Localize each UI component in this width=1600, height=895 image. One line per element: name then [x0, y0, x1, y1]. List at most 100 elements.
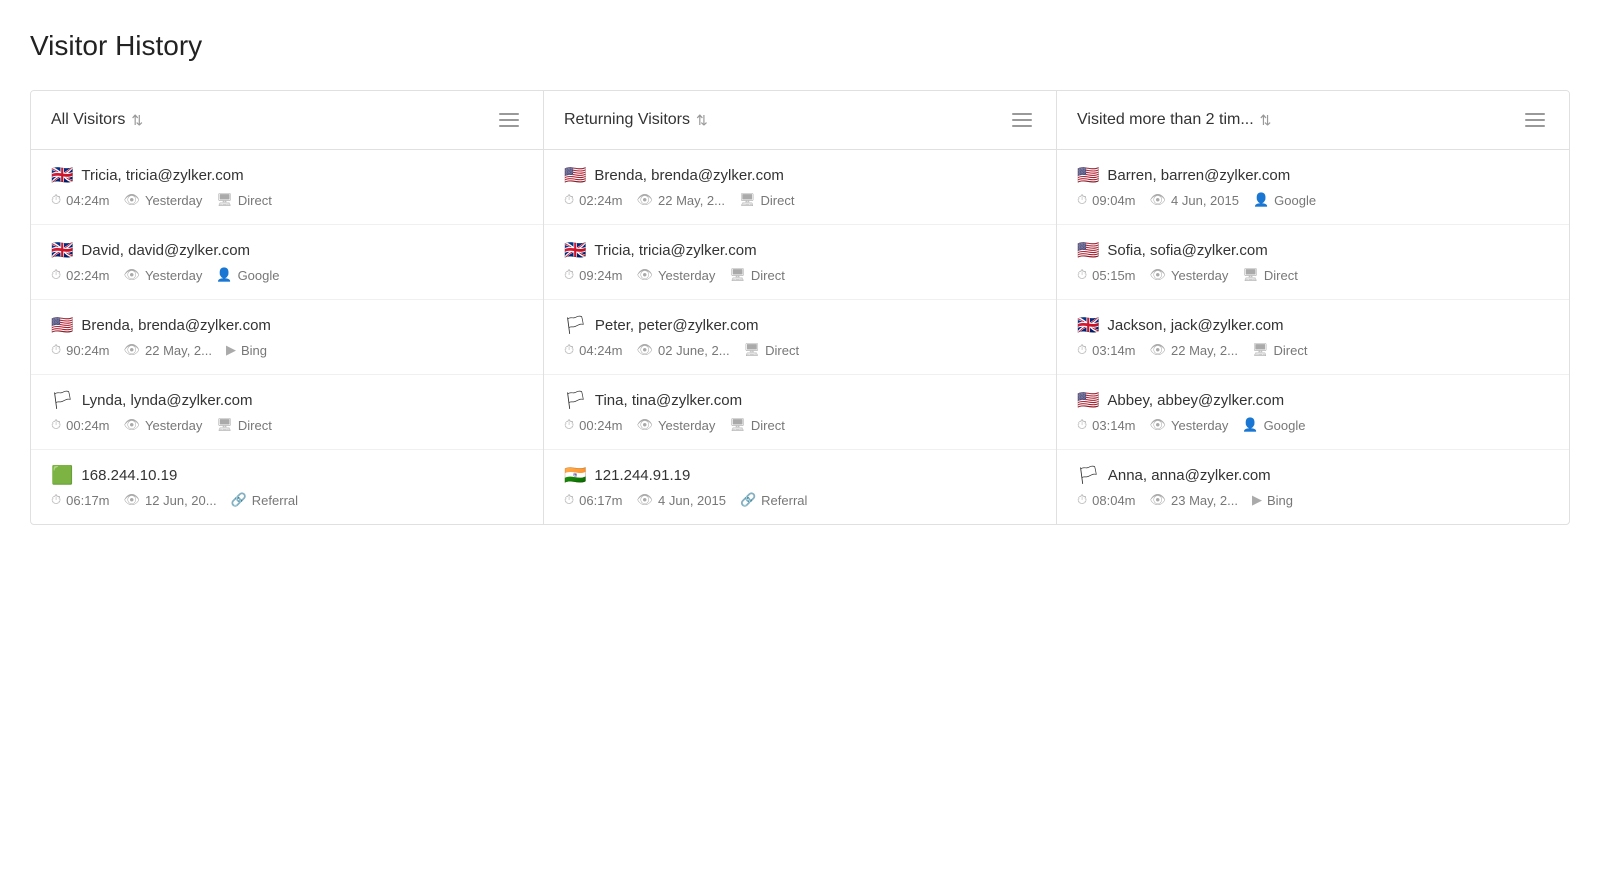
visitor-name-text-all-visitors-2: Brenda, brenda@zylker.com [81, 317, 271, 334]
visitor-card-visited-more-2[interactable]: 🇬🇧Jackson, jack@zylker.com⏱03:14m👁22 May… [1057, 300, 1569, 375]
visitor-source-value: Direct [238, 418, 272, 433]
visitor-time-all-visitors-4: ⏱ 06:17m [51, 492, 110, 508]
visitor-name-text-visited-more-0: Barren, barren@zylker.com [1107, 167, 1290, 184]
visitor-source-value: Google [1274, 193, 1316, 208]
visitor-source-visited-more-2: 🖥Direct [1252, 342, 1307, 358]
visitor-card-returning-visitors-2[interactable]: 🏳Peter, peter@zylker.com⏱04:24m👁02 June,… [544, 300, 1056, 375]
eye-icon: 👁 [637, 492, 654, 508]
visitor-date-value: Yesterday [145, 418, 202, 433]
clock-icon: ⏱ [51, 417, 61, 433]
visitor-time-value: 90:24m [66, 343, 109, 358]
visitor-source-value: Bing [1267, 493, 1293, 508]
sort-icon-visited-more[interactable]: ⇅ [1260, 112, 1272, 129]
visitor-name-text-visited-more-3: Abbey, abbey@zylker.com [1107, 392, 1284, 409]
visitor-name-all-visitors-0: 🇬🇧Tricia, tricia@zylker.com [51, 166, 523, 184]
menu-icon-visited-more[interactable] [1521, 109, 1549, 131]
visitor-source-value: Direct [238, 193, 272, 208]
visitor-time-value: 06:17m [66, 493, 109, 508]
eye-icon: 👁 [124, 417, 141, 433]
sort-icon-all-visitors[interactable]: ⇅ [131, 112, 143, 129]
visitor-time-value: 06:17m [579, 493, 622, 508]
visitor-card-visited-more-0[interactable]: 🇺🇸Barren, barren@zylker.com⏱09:04m👁4 Jun… [1057, 150, 1569, 225]
visitor-name-returning-visitors-2: 🏳Peter, peter@zylker.com [564, 316, 1036, 334]
visitor-meta-visited-more-2: ⏱03:14m👁22 May, 2...🖥Direct [1077, 342, 1549, 358]
visitor-date-value: 23 May, 2... [1171, 493, 1238, 508]
eye-icon: 👁 [124, 492, 141, 508]
visitor-time-all-visitors-2: ⏱ 90:24m [51, 342, 110, 358]
visitor-date-returning-visitors-2: 👁02 June, 2... [637, 342, 730, 358]
visitor-card-visited-more-3[interactable]: 🇺🇸Abbey, abbey@zylker.com⏱03:14m👁Yesterd… [1057, 375, 1569, 450]
visitor-source-visited-more-3: 👤Google [1242, 417, 1305, 433]
visitor-source-value: Direct [1264, 268, 1298, 283]
visitor-time-value: 03:14m [1092, 343, 1135, 358]
visitor-source-value: Direct [751, 418, 785, 433]
visitor-card-visited-more-1[interactable]: 🇺🇸Sofia, sofia@zylker.com⏱05:15m👁Yesterd… [1057, 225, 1569, 300]
visitor-name-text-visited-more-2: Jackson, jack@zylker.com [1107, 317, 1283, 334]
visitor-flag-visited-more-0: 🇺🇸 [1077, 166, 1099, 184]
visitor-card-all-visitors-4[interactable]: 🟩168.244.10.19⏱06:17m👁12 Jun, 20...🔗Refe… [31, 450, 543, 524]
visitor-time-value: 03:14m [1092, 418, 1135, 433]
visitor-card-all-visitors-2[interactable]: 🇺🇸Brenda, brenda@zylker.com⏱90:24m👁22 Ma… [31, 300, 543, 375]
visitor-meta-all-visitors-1: ⏱02:24m👁Yesterday👤Google [51, 267, 523, 283]
source-icon: 🖥 [216, 192, 233, 208]
visitor-source-visited-more-4: ▶ Bing [1252, 492, 1293, 508]
visitor-time-value: 02:24m [579, 193, 622, 208]
source-icon: 🖥 [216, 417, 233, 433]
eye-icon: 👁 [1150, 492, 1167, 508]
visitor-flag-visited-more-1: 🇺🇸 [1077, 241, 1099, 259]
visitor-meta-all-visitors-4: ⏱06:17m👁12 Jun, 20...🔗Referral [51, 492, 523, 508]
visitor-time-value: 09:04m [1092, 193, 1135, 208]
visitor-meta-visited-more-0: ⏱09:04m👁4 Jun, 2015👤Google [1077, 192, 1549, 208]
source-icon: 🖥 [729, 267, 746, 283]
clock-icon: ⏱ [51, 492, 61, 508]
page-title: Visitor History [30, 30, 1570, 62]
visitor-time-value: 08:04m [1092, 493, 1135, 508]
visitor-card-returning-visitors-4[interactable]: 🇮🇳121.244.91.19⏱06:17m👁4 Jun, 2015🔗Refer… [544, 450, 1056, 524]
source-icon: 👤 [1253, 192, 1269, 208]
visitor-card-returning-visitors-3[interactable]: 🏳Tina, tina@zylker.com⏱00:24m👁Yesterday🖥… [544, 375, 1056, 450]
eye-icon: 👁 [1150, 417, 1167, 433]
visitor-time-value: 02:24m [66, 268, 109, 283]
visitor-card-returning-visitors-0[interactable]: 🇺🇸Brenda, brenda@zylker.com⏱02:24m👁22 Ma… [544, 150, 1056, 225]
sort-icon-returning-visitors[interactable]: ⇅ [696, 112, 708, 129]
clock-icon: ⏱ [1077, 192, 1087, 208]
visitor-flag-visited-more-4: 🏳 [1077, 466, 1100, 484]
eye-icon: 👁 [124, 192, 141, 208]
visitor-date-visited-more-1: 👁Yesterday [1150, 267, 1229, 283]
visitor-name-text-visited-more-4: Anna, anna@zylker.com [1108, 467, 1271, 484]
menu-icon-all-visitors[interactable] [495, 109, 523, 131]
clock-icon: ⏱ [51, 342, 61, 358]
visitor-card-all-visitors-0[interactable]: 🇬🇧Tricia, tricia@zylker.com⏱04:24m👁Yeste… [31, 150, 543, 225]
visitor-source-returning-visitors-3: 🖥Direct [729, 417, 784, 433]
visitor-source-value: Direct [765, 343, 799, 358]
visitor-name-visited-more-4: 🏳 Anna, anna@zylker.com [1077, 466, 1549, 484]
visitor-source-all-visitors-0: 🖥 Direct [216, 192, 271, 208]
visitor-flag-returning-visitors-2: 🏳 [564, 316, 587, 334]
visitor-name-all-visitors-4: 🟩168.244.10.19 [51, 466, 523, 484]
visitor-source-returning-visitors-4: 🔗Referral [740, 492, 807, 508]
col-title-visited-more: Visited more than 2 tim...⇅ [1077, 111, 1271, 129]
visitor-flag-all-visitors-3: 🏳 [51, 391, 74, 409]
clock-icon: ⏱ [51, 192, 61, 208]
source-icon: 👤 [1242, 417, 1258, 433]
visitor-meta-returning-visitors-3: ⏱00:24m👁Yesterday🖥Direct [564, 417, 1036, 433]
visitor-time-all-visitors-1: ⏱02:24m [51, 267, 110, 283]
visitor-meta-all-visitors-3: ⏱00:24m👁Yesterday🖥Direct [51, 417, 523, 433]
visitor-card-visited-more-4[interactable]: 🏳Anna, anna@zylker.com⏱08:04m👁23 May, 2.… [1057, 450, 1569, 524]
col-header-returning-visitors: Returning Visitors⇅ [544, 91, 1056, 150]
clock-icon: ⏱ [1077, 342, 1087, 358]
menu-icon-returning-visitors[interactable] [1008, 109, 1036, 131]
source-icon: ▶ [1252, 492, 1262, 508]
visitor-date-value: Yesterday [1171, 268, 1228, 283]
visitor-card-returning-visitors-1[interactable]: 🇬🇧Tricia, tricia@zylker.com⏱09:24m👁Yeste… [544, 225, 1056, 300]
visitor-card-all-visitors-3[interactable]: 🏳Lynda, lynda@zylker.com⏱00:24m👁Yesterda… [31, 375, 543, 450]
visitor-name-visited-more-2: 🇬🇧 Jackson, jack@zylker.com [1077, 316, 1549, 334]
visitor-time-all-visitors-0: ⏱04:24m [51, 192, 110, 208]
visitor-card-all-visitors-1[interactable]: 🇬🇧David, david@zylker.com⏱02:24m👁Yesterd… [31, 225, 543, 300]
column-all-visitors: All Visitors⇅🇬🇧Tricia, tricia@zylker.com… [31, 91, 544, 524]
visitor-flag-all-visitors-4: 🟩 [51, 466, 73, 484]
visitor-flag-visited-more-3: 🇺🇸 [1077, 391, 1099, 409]
visitor-time-value: 00:24m [579, 418, 622, 433]
visitor-date-returning-visitors-3: 👁Yesterday [637, 417, 716, 433]
visitor-flag-visited-more-2: 🇬🇧 [1077, 316, 1099, 334]
